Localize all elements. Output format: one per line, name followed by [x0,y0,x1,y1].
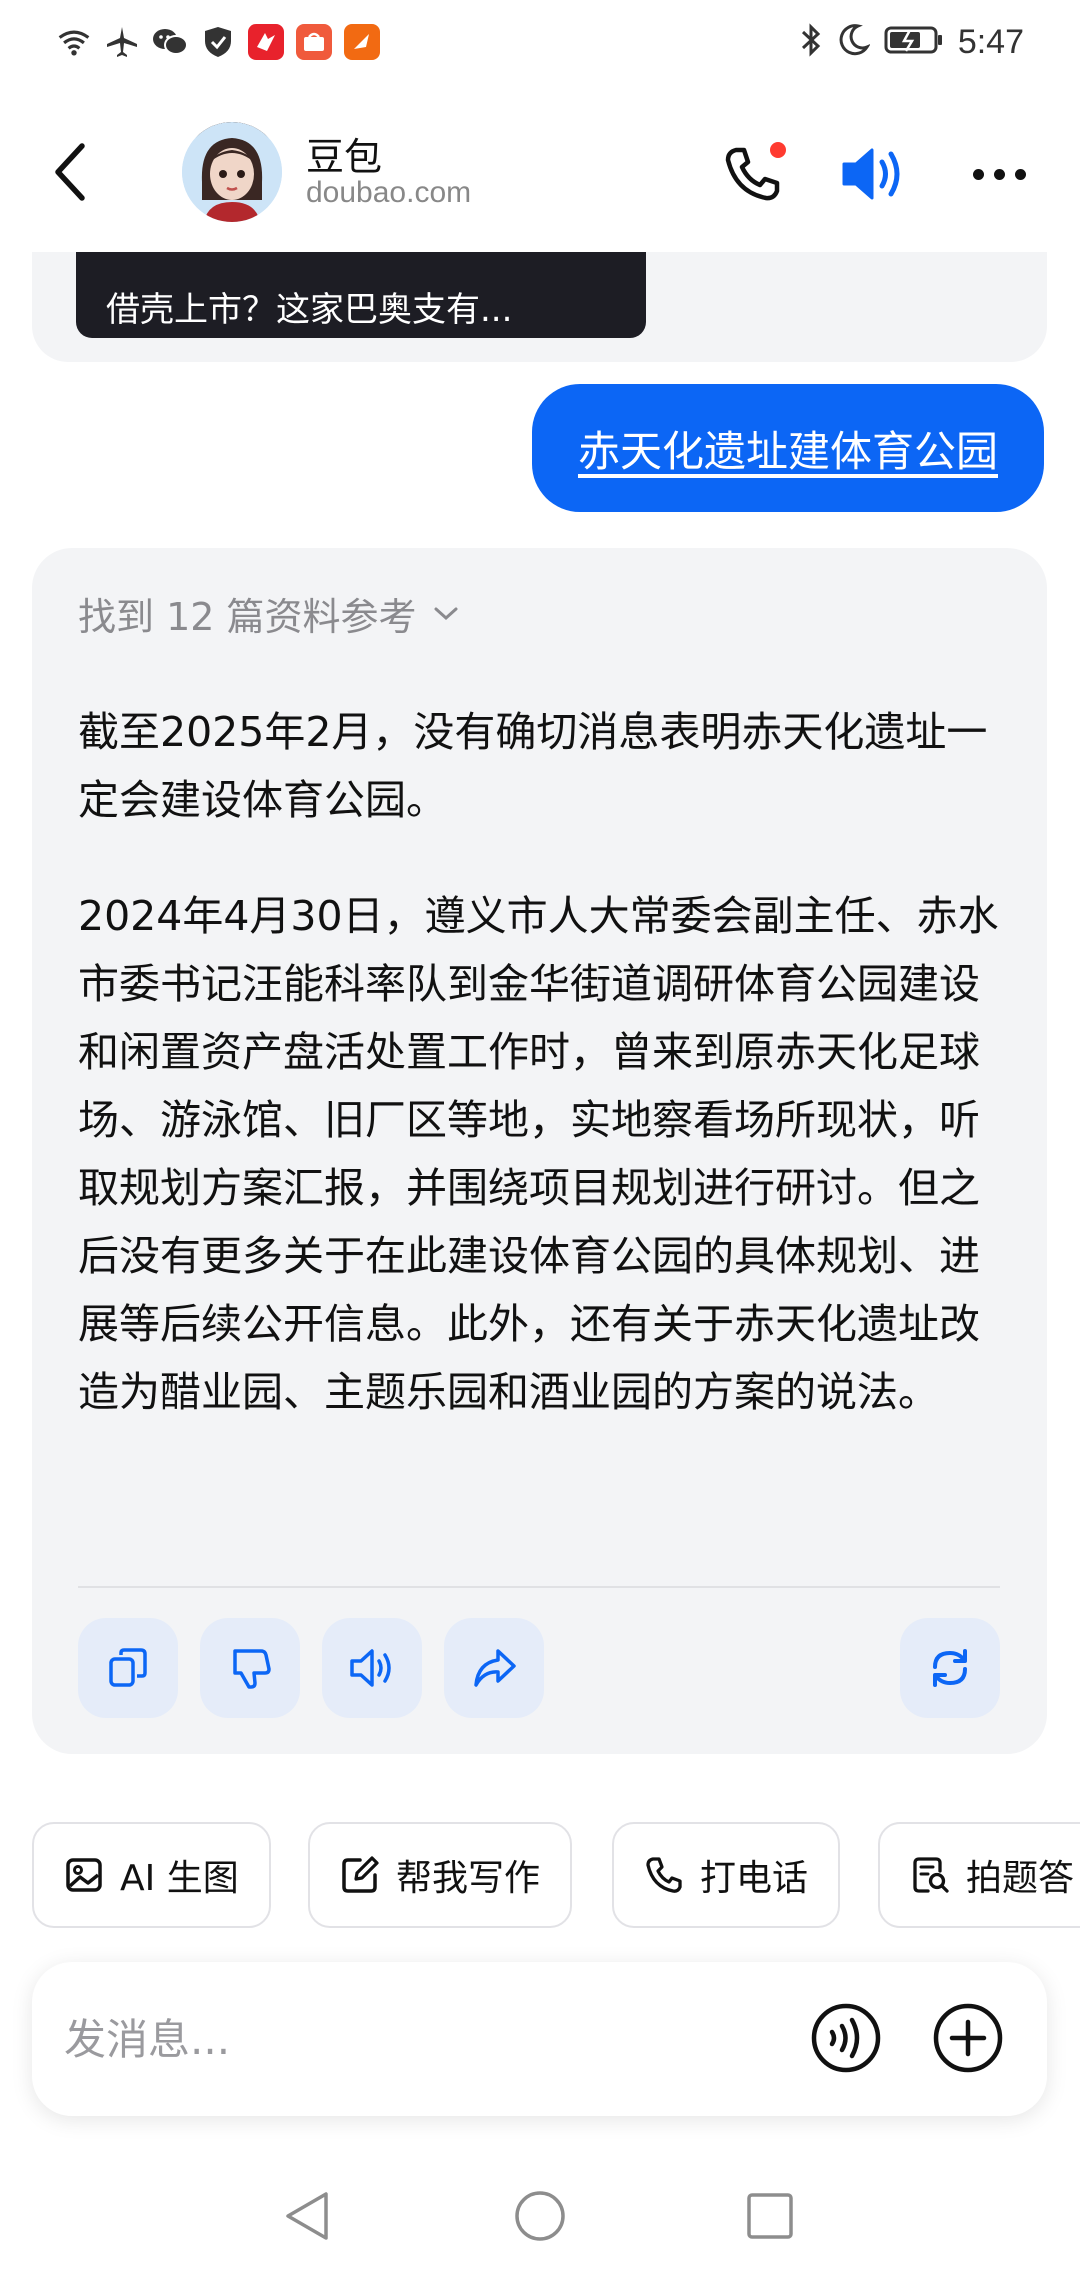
more-dot-icon [993,168,1005,180]
message-list[interactable]: 借壳上市？这家巴奥支有... 赤天化遗址建体育公园 找到 12 篇资料参考 截至… [0,252,1080,1782]
bluetooth-icon [798,22,824,62]
message-input[interactable] [64,2002,764,2076]
chip-ai-image[interactable]: AI 生图 [32,1822,271,1928]
back-button[interactable] [42,140,98,204]
speaker-icon [350,1649,391,1687]
phone-icon [646,1857,682,1893]
chat-header: 豆包 doubao.com [0,92,1080,252]
moon-icon [838,23,871,61]
message-composer [32,1962,1047,2116]
avatar[interactable] [182,122,282,222]
app-icon-3 [344,24,380,60]
copy-icon [109,1648,147,1687]
user-message-text[interactable]: 赤天化遗址建体育公园 [578,418,998,479]
regenerate-icon [933,1649,967,1687]
airplane-icon [104,24,140,60]
chevron-down-icon [434,607,458,620]
more-dot-icon [972,168,984,180]
references-label: 找到 12 篇资料参考 [78,595,417,639]
app-icon-1 [248,24,284,60]
wifi-icon [56,24,92,60]
voice-icon [811,2003,881,2073]
voice-input-button[interactable] [810,2002,882,2074]
more-button[interactable] [964,152,1034,196]
back-triangle-icon [286,2192,328,2240]
answer-paragraph: 2024年4月30日，遵义市人大常委会副主任、赤水市委书记汪能科率队到金华街道调… [78,892,999,1416]
user-message-bubble[interactable]: 赤天化遗址建体育公园 [531,384,1044,512]
nav-home-button[interactable] [510,2186,570,2246]
notification-dot [770,142,786,158]
divider [78,1586,1000,1588]
system-nav-bar [0,2150,1080,2280]
chat-subtitle: doubao.com [306,176,472,209]
image-icon [66,1858,102,1892]
nav-recents-button[interactable] [740,2186,800,2246]
chip-label: 拍题答 [966,1858,1075,1899]
recents-square-icon [747,2193,793,2239]
chip-label: AI 生图 [120,1858,239,1899]
chat-screen: 5:47 豆包 doubao.com 借壳上市？这家巴奥支有... 赤天化遗址建… [0,0,1080,2280]
status-bar: 5:47 [0,0,1080,92]
regenerate-button[interactable] [900,1618,1000,1718]
bot-message-bubble: 找到 12 篇资料参考 截至2025年2月，没有确切消息表明赤天化遗址一定会建设… [32,548,1047,1754]
chevron-left-icon [55,143,85,201]
dislike-button[interactable] [200,1618,300,1718]
shield-icon [200,24,236,60]
chip-label: 帮我写作 [396,1858,541,1899]
speaker-icon [842,148,900,200]
message-actions [78,1618,1000,1718]
news-card-title: 借壳上市？这家巴奥支有... [106,290,513,330]
share-button[interactable] [444,1618,544,1718]
wechat-icon [152,24,188,60]
speaker-toggle-button[interactable] [838,142,908,206]
app-icon-2 [296,24,332,60]
nav-back-button[interactable] [278,2186,338,2246]
copy-button[interactable] [78,1618,178,1718]
chip-label: 打电话 [700,1858,809,1899]
chip-writing[interactable]: 帮我写作 [308,1822,573,1928]
edit-icon [342,1856,379,1893]
news-card[interactable]: 借壳上市？这家巴奥支有... [76,252,646,338]
answer-paragraph: 截至2025年2月，没有确切消息表明赤天化遗址一定会建设体育公园。 [78,708,988,824]
share-icon [474,1649,516,1687]
previous-bot-bubble: 借壳上市？这家巴奥支有... [32,252,1047,362]
plus-icon [933,2003,1003,2073]
battery-icon [884,24,944,60]
scan-doc-icon [913,1857,949,1893]
chat-title: 豆包 [306,135,383,179]
read-aloud-button[interactable] [322,1618,422,1718]
chip-photo-question[interactable]: 拍题答 [878,1822,1080,1928]
chip-phone-call[interactable]: 打电话 [612,1822,841,1928]
references-toggle[interactable]: 找到 12 篇资料参考 [78,586,461,641]
answer-text: 截至2025年2月，没有确切消息表明赤天化遗址一定会建设体育公园。 2024年4… [78,698,1008,1474]
thumbs-down-icon [233,1649,271,1689]
status-time: 5:47 [957,22,1024,61]
more-dot-icon [1014,168,1026,180]
quick-actions: AI 生图 帮我写作 打电话 拍题答 [32,1822,1080,1928]
home-circle-icon [515,2191,565,2241]
attach-button[interactable] [932,2002,1004,2074]
